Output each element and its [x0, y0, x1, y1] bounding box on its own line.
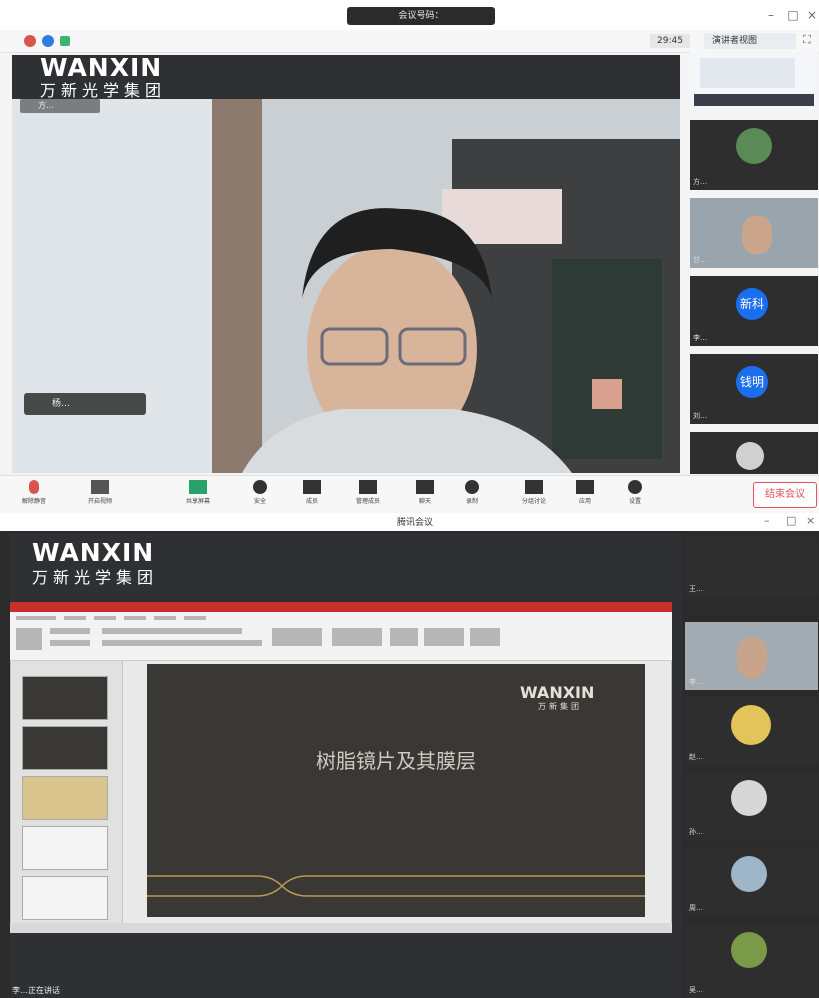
- participant-name: 李…: [689, 678, 703, 686]
- active-speaker-label: 李…正在讲话: [12, 986, 60, 995]
- manage-members-button[interactable]: 管理成员: [338, 480, 398, 512]
- signal-icon[interactable]: [60, 36, 70, 46]
- mic-icon: [29, 480, 39, 494]
- shared-screen-thumb[interactable]: [690, 52, 818, 110]
- chat-icon: [416, 480, 434, 494]
- slide-logo-en: WANXIN: [520, 683, 595, 702]
- participant-name: 李…: [693, 334, 707, 342]
- slide-thumbnail[interactable]: [22, 676, 108, 720]
- avatar: [737, 638, 767, 678]
- slide-thumbnail[interactable]: [22, 826, 108, 870]
- powerpoint-ribbon[interactable]: [10, 612, 672, 661]
- slide-thumbnail[interactable]: [22, 876, 108, 920]
- participant-name: 方…: [693, 178, 707, 186]
- shared-screen-label-bg: [694, 94, 814, 106]
- breakout-rooms-button[interactable]: 分组讨论: [514, 480, 554, 512]
- participant-thumb[interactable]: 钱明 刘…: [690, 354, 818, 424]
- meeting-timer: 29:45: [650, 34, 690, 48]
- fullscreen-icon[interactable]: ⛶: [803, 33, 817, 49]
- record-icon[interactable]: [24, 35, 36, 47]
- slide-title: 树脂镜片及其膜层: [316, 749, 476, 773]
- participant-thumb[interactable]: 新科 李…: [690, 276, 818, 346]
- participant-thumb[interactable]: 吴…: [685, 924, 818, 998]
- avatar: [742, 216, 772, 254]
- speaker-video-frame: [12, 99, 680, 473]
- settings-button[interactable]: 设置: [620, 480, 650, 512]
- participant-thumb[interactable]: [690, 432, 818, 474]
- avatar: [731, 856, 767, 892]
- powerpoint-status-bar: [10, 923, 672, 933]
- top-toolbar: [0, 30, 819, 53]
- avatar: [731, 932, 767, 968]
- slide-thumbnail[interactable]: [22, 776, 108, 820]
- participant-name: 吴…: [689, 986, 703, 994]
- company-logo-cn: 万新光学集团: [32, 568, 159, 587]
- participant-thumb[interactable]: 方…: [690, 120, 818, 190]
- participant-name: 孙…: [689, 828, 703, 836]
- share-screen-button[interactable]: 共享屏幕: [176, 480, 220, 512]
- ribbon-controls: [16, 616, 500, 650]
- avatar: [731, 780, 767, 816]
- slide-gold-lines: [147, 875, 645, 897]
- maximize-icon[interactable]: □: [786, 514, 796, 527]
- apps-button[interactable]: 应用: [570, 480, 600, 512]
- minimize-icon[interactable]: –: [764, 514, 770, 527]
- company-logo-cn: 万新光学集团: [40, 81, 167, 100]
- video-button[interactable]: 开启视频: [80, 480, 120, 512]
- powerpoint-title-bar: [10, 602, 672, 612]
- info-icon[interactable]: [42, 35, 54, 47]
- end-meeting-button[interactable]: 结束会议: [753, 482, 817, 508]
- company-logo-en: WANXIN: [32, 538, 155, 567]
- members-icon: [303, 480, 321, 494]
- record-icon: [465, 480, 479, 494]
- avatar: [736, 128, 772, 164]
- participant-thumb[interactable]: 孙…: [685, 772, 818, 840]
- security-button[interactable]: 安全: [244, 480, 276, 512]
- members-button[interactable]: 成员: [296, 480, 328, 512]
- minimize-icon[interactable]: –: [762, 6, 780, 24]
- gear-icon: [628, 480, 642, 494]
- speaker-label: 杨…: [52, 399, 71, 409]
- app-title: 腾讯会议: [396, 518, 433, 528]
- view-switch-button[interactable]: 演讲者视图: [704, 33, 796, 49]
- participant-name: 赵…: [689, 753, 703, 761]
- slide-logo-cn: 万新集团: [538, 702, 582, 711]
- participant-name: 王…: [689, 585, 703, 593]
- breakout-icon: [525, 480, 543, 494]
- speaker-name: 方…: [38, 101, 54, 110]
- close-icon[interactable]: ×: [803, 6, 819, 24]
- avatar: [736, 442, 764, 470]
- maximize-icon[interactable]: □: [784, 6, 802, 24]
- participant-name: 刘…: [693, 412, 707, 420]
- participant-thumb[interactable]: 王…: [685, 537, 818, 597]
- manage-members-icon: [359, 480, 377, 494]
- meeting-title: 会议号码：: [347, 7, 495, 25]
- participant-thumb[interactable]: 周…: [685, 848, 818, 916]
- avatar: 钱明: [736, 366, 768, 398]
- speaker-label-bar: 杨…: [24, 393, 146, 415]
- shield-icon: [253, 480, 267, 494]
- avatar: [731, 705, 771, 745]
- participant-thumb[interactable]: 赵…: [685, 697, 818, 765]
- chat-button[interactable]: 聊天: [410, 480, 440, 512]
- avatar: 新科: [736, 288, 768, 320]
- share-screen-icon: [189, 480, 207, 494]
- participant-name: 周…: [689, 904, 703, 912]
- apps-icon: [576, 480, 594, 494]
- mute-button[interactable]: 解除静音: [14, 480, 54, 512]
- close-icon[interactable]: ×: [806, 514, 815, 527]
- participant-thumb[interactable]: 李…: [685, 622, 818, 690]
- speaker-name-tag: 方…: [20, 99, 100, 113]
- main-video: WANXIN 万新光学集团 方… 杨…: [12, 55, 680, 473]
- camera-icon: [91, 480, 109, 494]
- slide-thumbnail[interactable]: [22, 726, 108, 770]
- record-button[interactable]: 录制: [454, 480, 490, 512]
- participant-name: 甘…: [693, 256, 707, 264]
- shared-screen-preview: [700, 58, 795, 88]
- participant-thumb[interactable]: 甘…: [690, 198, 818, 268]
